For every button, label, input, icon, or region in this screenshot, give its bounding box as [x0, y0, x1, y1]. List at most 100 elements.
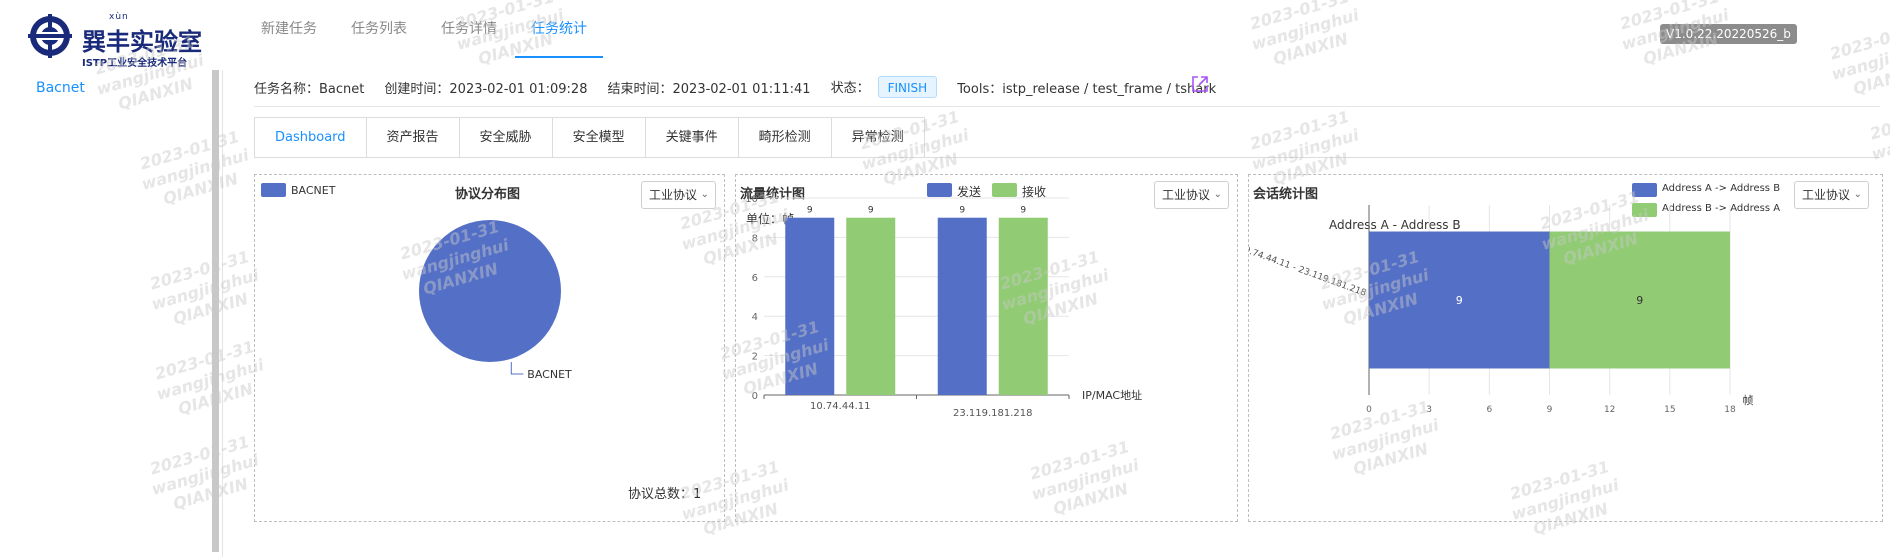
x-tick-label: 3	[1426, 405, 1432, 415]
watermark-line: 2023-01-31	[147, 247, 252, 294]
watermark: 2023-01-31wangjinghuiQIANXIN	[144, 431, 267, 519]
protocol-total-label: 协议总数：	[628, 487, 694, 502]
y-tick-label: 10	[745, 194, 758, 205]
info-divider	[254, 106, 1880, 107]
watermark-line: QIANXIN	[170, 474, 251, 514]
bar-value-label: 9	[868, 206, 874, 216]
task-ended: 结束时间：2023-02-01 01:11:41	[607, 78, 810, 97]
watermark-line: 2023-01-31	[137, 127, 242, 174]
logo-emblem-icon	[28, 14, 72, 58]
y-tick-label: 10.74.44.11 - 23.119.181.218	[1249, 243, 1368, 299]
watermark-line: wangjinghui	[1249, 5, 1361, 54]
watermark-line: 2023-01-31	[1247, 0, 1352, 34]
pie-label-line	[510, 362, 524, 375]
version-badge: V1.0.22.20220526_b	[1660, 24, 1797, 44]
y-tick-label: 8	[752, 233, 758, 244]
sidebar-divider	[222, 70, 223, 557]
task-tools: Tools：istp_release / test_frame / tshark	[957, 78, 1216, 97]
watermark-line: 2023-01-31	[1247, 107, 1352, 154]
watermark: 2023-01-31wangjinghuiQIANXIN	[1244, 0, 1367, 74]
tab-anomaly-detection[interactable]: 异常检测	[831, 118, 924, 158]
bar-send	[937, 217, 987, 395]
x-tick-label: 0	[1366, 405, 1372, 415]
task-name-label: 任务名称：	[254, 81, 320, 97]
session-bar-chart: 0 3 6 9 12 15 18 9 9 10.74.44.11 - 23.119.181.218…	[1249, 205, 1754, 415]
tab-task-list[interactable]: 任务列表	[335, 0, 423, 58]
watermark: 2023-01-31wangjinghuiQIANXIN	[1864, 96, 1890, 184]
pie-slice-label: BACNET	[527, 368, 572, 381]
traffic-bar-chart: 0 2 4 6 8 10 9 9 10.74.44.11 9 9 23.119.181.218 IP/M…	[745, 194, 1142, 419]
sidebar-item-bacnet[interactable]: Bacnet	[36, 80, 85, 96]
x-tick-label: 15	[1664, 405, 1675, 415]
bar-send	[785, 217, 835, 395]
x-axis-unit: 帧	[1743, 393, 1754, 407]
y-tick-label: 0	[752, 391, 758, 402]
tab-security-model[interactable]: 安全模型	[552, 118, 646, 158]
task-info-bar: 任务名称：Bacnet 创建时间：2023-02-01 01:09:28 结束时…	[254, 76, 1236, 98]
sidebar-scrollbar[interactable]	[212, 70, 219, 552]
x-tick-label: 12	[1604, 405, 1615, 415]
logo-name: 巽丰实验室	[82, 28, 202, 56]
tab-new-task[interactable]: 新建任务	[245, 0, 333, 58]
status-label: 状态：	[830, 81, 870, 96]
ended-label: 结束时间：	[607, 81, 673, 97]
x-tick-label: 23.119.181.218	[953, 408, 1033, 419]
y-tick-label: 6	[752, 273, 758, 284]
app-logo: xùn 巽丰实验室 ISTP工业安全技术平台	[28, 12, 208, 69]
pie-slice	[419, 220, 561, 362]
protocol-pie-chart: BACNET	[419, 220, 572, 381]
dashboard-tabs: Dashboard 资产报告 安全威胁 安全模型 关键事件 畸形检测 异常检测	[254, 117, 925, 158]
x-tick-label: 9	[1547, 405, 1553, 415]
watermark-line: wangjinghui	[1829, 35, 1890, 84]
status-badge: FINISH	[877, 76, 938, 98]
watermark: 2023-01-31wangjinghuiQIANXIN	[1824, 16, 1890, 104]
tools-value: istp_release / test_frame / tshark	[1002, 81, 1217, 97]
watermark-line: 2023-01-31	[147, 432, 252, 479]
protocol-total: 协议总数：1	[628, 483, 701, 502]
top-nav: 新建任务 任务列表 任务详情 任务统计	[245, 0, 605, 58]
created-value: 2023-02-01 01:09:28	[449, 81, 588, 97]
watermark-line: QIANXIN	[115, 74, 196, 114]
tab-task-detail[interactable]: 任务详情	[425, 0, 513, 58]
tabs-divider	[254, 157, 1880, 158]
watermark-line: wangjinghui	[149, 265, 261, 314]
bar-value-label: 9	[807, 206, 813, 216]
x-axis-name: IP/MAC地址	[1082, 388, 1142, 402]
watermark-line: QIANXIN	[170, 289, 251, 329]
bar-receive	[846, 217, 896, 395]
created-label: 创建时间：	[384, 81, 450, 97]
protocol-distribution-panel: BACNET 协议分布图 工业协议 ⌄ BACNET 协议总数：1	[254, 174, 725, 522]
watermark-line: wangjinghui	[149, 450, 261, 499]
tools-label: Tools：	[957, 81, 1003, 97]
logo-subtitle: ISTP工业安全技术平台	[82, 58, 188, 69]
y-tick-label: 4	[752, 312, 758, 323]
watermark: 2023-01-31wangjinghuiQIANXIN	[144, 246, 267, 334]
session-stats-panel: 会话统计图 Address A - Address B Address A ->…	[1248, 174, 1883, 522]
tab-task-stats[interactable]: 任务统计	[515, 0, 603, 58]
traffic-stats-panel: 流量统计图 发送 接收 工业协议 ⌄ 单位：帧 0 2 4 6 8 10 9 9 10.74.44…	[735, 174, 1238, 522]
tab-malformed-detection[interactable]: 畸形检测	[738, 118, 832, 158]
y-tick-label: 2	[752, 352, 758, 363]
watermark-line: 2023-01-31	[152, 337, 257, 384]
logo-pinyin: xùn	[109, 12, 129, 22]
watermark: 2023-01-31wangjinghuiQIANXIN	[134, 126, 257, 214]
protocol-total-value: 1	[693, 487, 702, 502]
bar-receive	[998, 217, 1048, 395]
watermark-line: QIANXIN	[160, 169, 241, 209]
watermark-line: QIANXIN	[1270, 29, 1351, 69]
task-status: 状态： FINISH	[831, 76, 938, 98]
task-name: 任务名称：Bacnet	[254, 78, 364, 97]
watermark-line: QIANXIN	[1850, 59, 1890, 99]
tab-dashboard[interactable]: Dashboard	[255, 118, 367, 158]
watermark-line: 2023-01-31	[1827, 17, 1890, 64]
task-created: 创建时间：2023-02-01 01:09:28	[384, 78, 587, 97]
tab-security-threats[interactable]: 安全威胁	[459, 118, 553, 158]
ended-value: 2023-02-01 01:11:41	[672, 81, 811, 97]
x-tick-label: 6	[1486, 405, 1492, 415]
tab-key-events[interactable]: 关键事件	[645, 118, 739, 158]
watermark-line: wangjinghui	[139, 145, 251, 194]
watermark-line: wangjinghui	[1249, 125, 1361, 174]
tab-asset-report[interactable]: 资产报告	[366, 118, 460, 158]
external-link-icon[interactable]	[1190, 74, 1210, 94]
bar-value-label: 9	[1020, 206, 1026, 216]
